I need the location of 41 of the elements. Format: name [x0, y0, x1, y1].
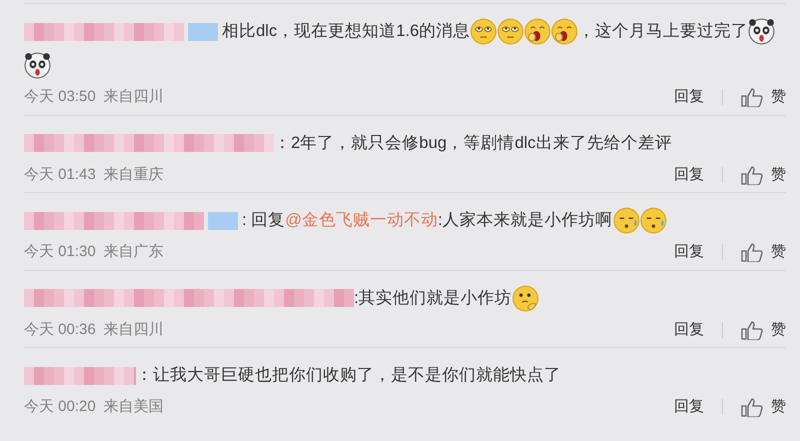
emoji-face-icon: [551, 18, 578, 46]
panda-emoji-icon: [24, 52, 51, 80]
comment-text: ，这个月马上要过完了: [578, 22, 748, 40]
comment-time: 今天 00:20: [24, 397, 96, 417]
comment-text: ：2年了，就只会修bug，等剧情dlc出来了先给个差评: [274, 134, 672, 152]
emoji-face-icon: [512, 284, 539, 312]
thumbs-up-icon[interactable]: [741, 164, 763, 185]
reply-button[interactable]: 回复: [674, 164, 704, 186]
like-button[interactable]: 赞: [771, 164, 786, 186]
comment-location: 来自广东: [104, 242, 164, 262]
comment-time: 今天 03:50: [24, 87, 96, 107]
comment-location: 来自四川: [104, 320, 164, 340]
comment-text: :其实他们就是小作坊: [354, 288, 512, 306]
emoji-face-icon: [497, 18, 524, 46]
thumbs-up-icon[interactable]: [741, 320, 763, 340]
comment-time: 今天 01:30: [24, 242, 96, 262]
like-button[interactable]: 赞: [771, 318, 786, 341]
reply-button[interactable]: 回复: [674, 396, 704, 418]
reply-button[interactable]: 回复: [674, 318, 704, 341]
emoji-face-icon: [640, 207, 667, 234]
emoji-face-icon: [612, 207, 640, 234]
comment-time: 今天 00:36: [24, 320, 96, 340]
comment-text: :人家本来就是小作坊啊: [438, 211, 613, 229]
emoji-face-icon: [524, 18, 552, 46]
like-button[interactable]: 赞: [771, 396, 786, 418]
comment-text: 相比dlc，现在更想知道1.6的消息: [222, 22, 470, 40]
emoji-face-icon: [470, 18, 498, 46]
thumbs-up-icon[interactable]: [741, 87, 763, 108]
reply-button[interactable]: 回复: [674, 86, 704, 108]
comment-time: 今天 01:43: [24, 164, 96, 184]
thumbs-up-icon[interactable]: [741, 242, 763, 262]
like-button[interactable]: 赞: [771, 86, 786, 108]
comment-location: 来自重庆: [104, 164, 164, 184]
reply-button[interactable]: 回复: [674, 241, 704, 264]
comment-location: 来自四川: [104, 87, 164, 107]
thumbs-up-icon[interactable]: [741, 397, 763, 418]
comment-location: 来自美国: [104, 397, 164, 417]
like-button[interactable]: 赞: [771, 241, 786, 264]
comment-text: ：让我大哥巨硬也把你们收购了，是不是你们就能快点了: [136, 366, 561, 384]
comment-text: : 回复: [242, 211, 286, 229]
panda-emoji-icon: [748, 18, 776, 46]
